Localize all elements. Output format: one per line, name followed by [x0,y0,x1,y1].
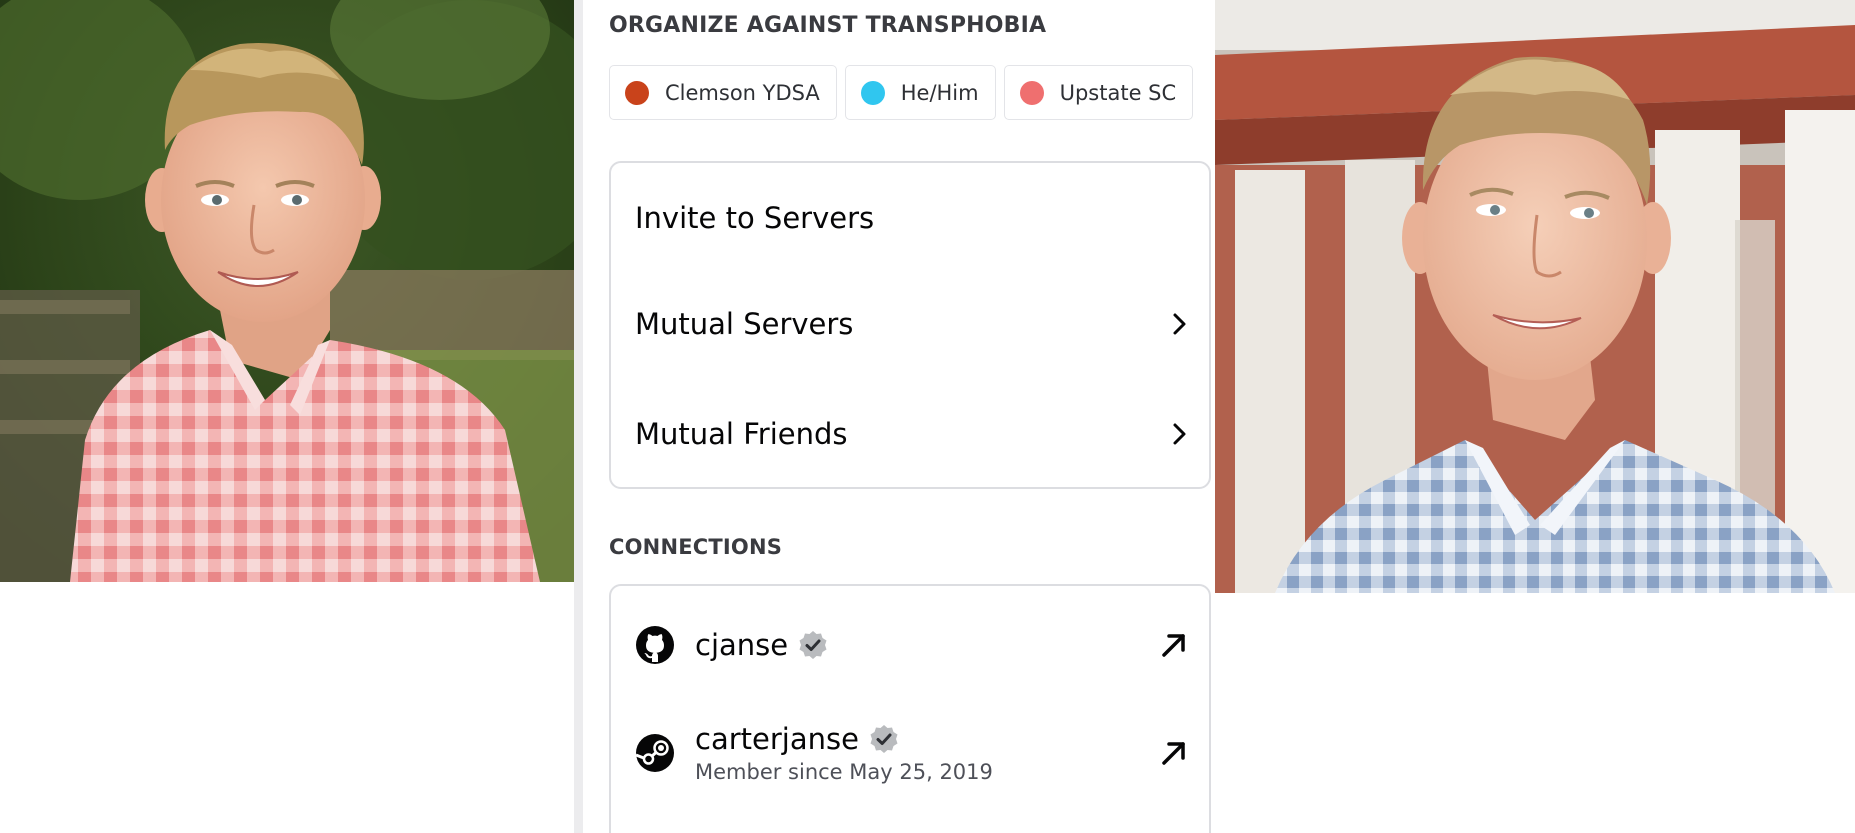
mutual-servers-label: Mutual Servers [635,307,854,341]
connection-name-line: cjanse [695,628,1157,662]
mutual-friends-label: Mutual Friends [635,417,848,451]
role-color-dot [1019,80,1044,105]
connection-steam: carterjanse Member since May 25, 2019 [635,718,1191,788]
role-color-dot [625,80,649,105]
invite-to-servers-button[interactable]: Invite to Servers [635,188,1191,248]
connection-text: cjanse [695,628,1157,662]
verified-badge-icon [870,725,898,753]
portrait-photo-right [1215,0,1855,593]
github-icon [636,626,674,664]
role-label: Clemson YDSA [665,80,820,105]
mutual-servers-button[interactable]: Mutual Servers [635,294,1191,354]
role-color-dot [860,80,885,105]
panel-scroll-edge [574,0,583,833]
invite-to-servers-label: Invite to Servers [635,201,875,235]
portrait-photo-left [0,0,574,582]
external-link-icon[interactable] [1157,736,1191,770]
connections-heading: CONNECTIONS [609,535,783,559]
profile-actions-card: Invite to Servers Mutual Servers Mutual … [609,161,1211,489]
role-label: He/Him [900,80,979,105]
steam-icon [635,734,674,772]
external-link-icon[interactable] [1157,628,1191,662]
role-pill-clemson-ydsa[interactable]: Clemson YDSA [609,65,837,120]
role-label: Upstate SC [1059,80,1177,105]
role-pill-he-him[interactable]: He/Him [844,65,996,120]
roles-heading: ORGANIZE AGAINST TRANSPHOBIA [609,13,1047,38]
connection-github: cjanse [635,610,1191,680]
chevron-right-icon [1173,423,1186,445]
connection-username: cjanse [695,628,789,662]
profile-panel: ORGANIZE AGAINST TRANSPHOBIA Clemson YDS… [574,0,1215,833]
connection-member-since: Member since May 25, 2019 [695,760,993,784]
role-pill-upstate-sc[interactable]: Upstate SC [1003,65,1194,120]
chevron-right-icon [1173,313,1186,335]
connections-card: cjanse carterjanse Member since May 25, … [609,584,1211,833]
connection-text: carterjanse Member since May 25, 2019 [695,722,1157,784]
connection-name-line: carterjanse [695,722,1157,756]
role-list: Clemson YDSA He/Him Upstate SC [609,65,1194,120]
connection-username: carterjanse [695,722,859,756]
verified-badge-icon [799,631,827,659]
mutual-friends-button[interactable]: Mutual Friends [635,404,1191,464]
